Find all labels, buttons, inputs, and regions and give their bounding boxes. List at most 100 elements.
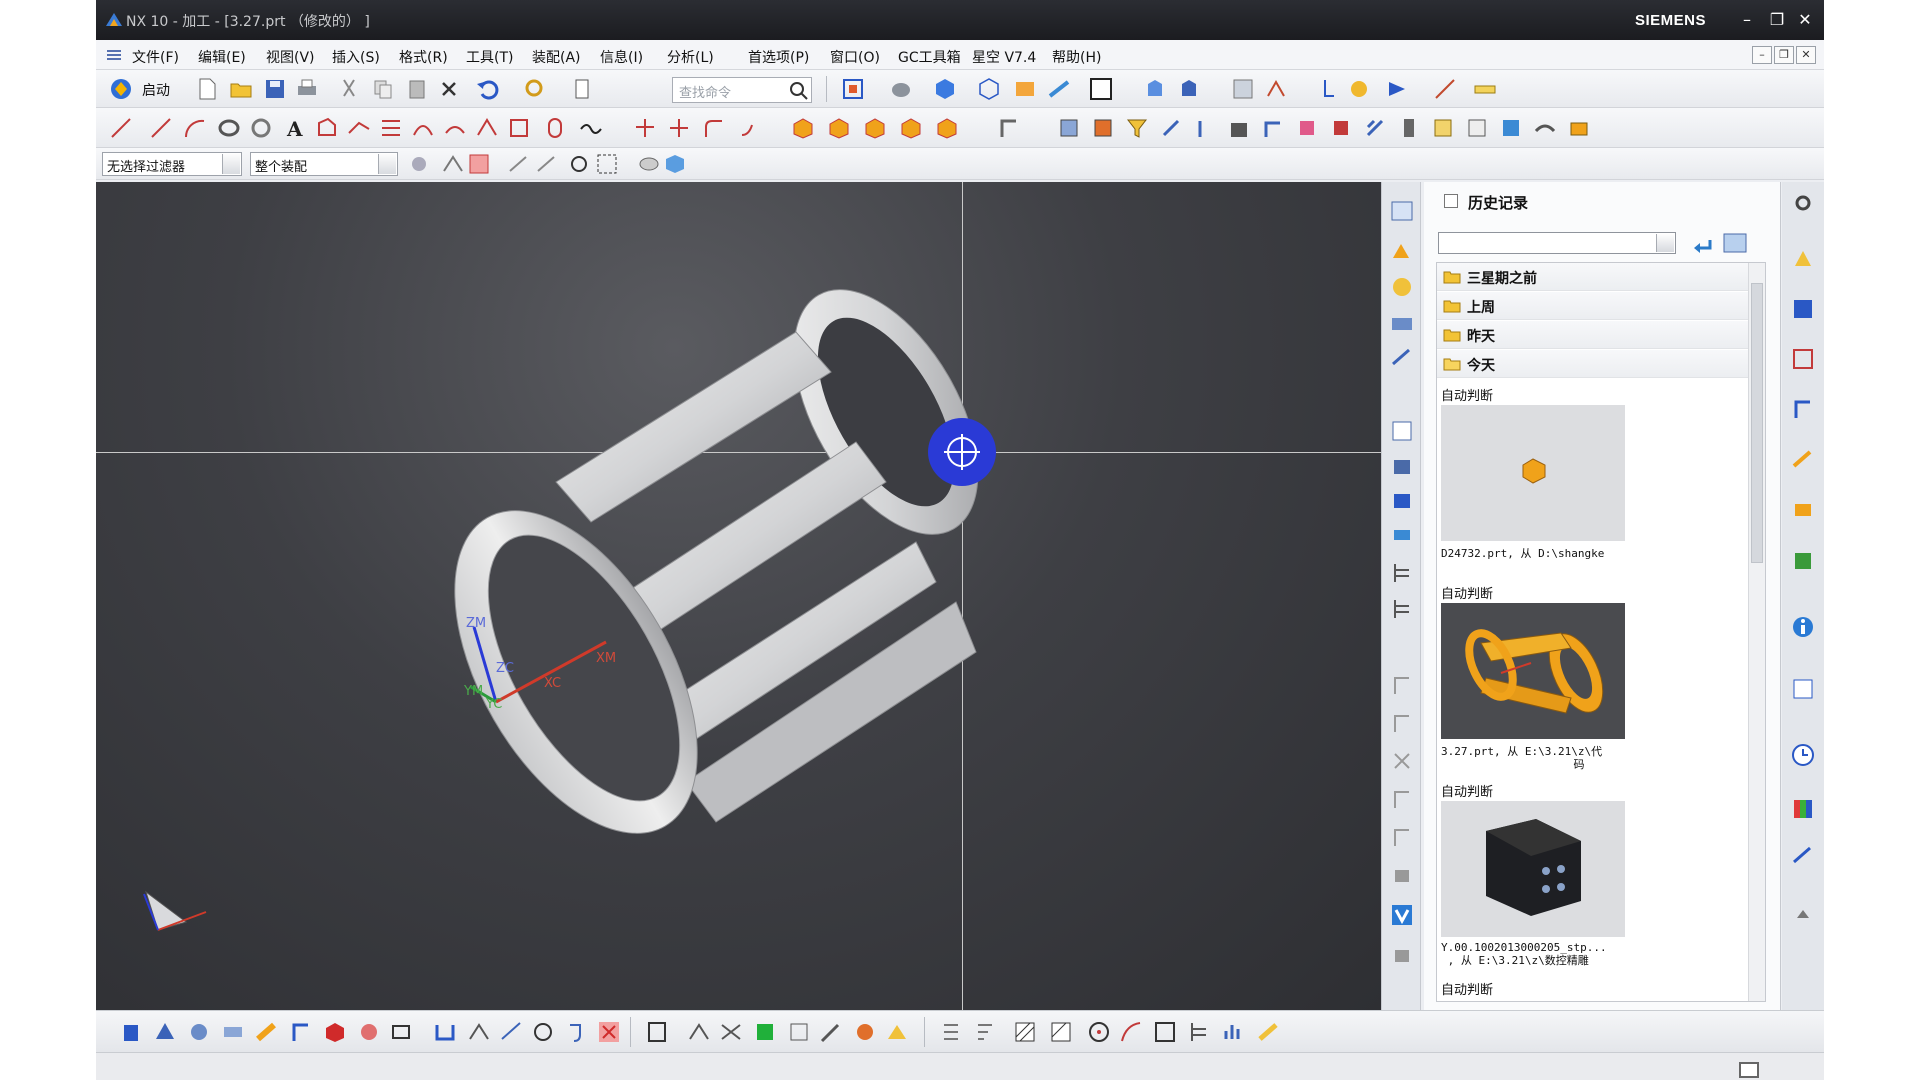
print-icon[interactable] [294, 76, 320, 102]
trim-body-icon[interactable] [934, 115, 960, 141]
doc-restore-button[interactable]: ❐ [1774, 46, 1794, 64]
history-list[interactable]: 三星期之前 上周 昨天 今天 自动判断 D24732.prt, 从 D:\sha… [1436, 262, 1766, 1002]
filter-icon[interactable] [1124, 115, 1150, 141]
doc-close-button[interactable]: ✕ [1796, 46, 1816, 64]
menu-window[interactable]: 窗口(O) [830, 47, 880, 67]
hatch-2-icon[interactable] [1048, 1019, 1074, 1045]
machine-tool-navigator-icon[interactable] [1389, 454, 1415, 480]
center-point-icon[interactable] [566, 151, 588, 173]
optimize-icon[interactable] [718, 1019, 744, 1045]
block-feature-icon[interactable] [790, 115, 816, 141]
move-object-icon[interactable] [1346, 76, 1372, 102]
open-folder-icon[interactable] [228, 76, 254, 102]
sketch-icon[interactable] [314, 115, 340, 141]
dim-tool-2-icon[interactable] [1389, 710, 1415, 736]
box-tool-icon[interactable] [1566, 115, 1592, 141]
minimize-button[interactable]: – [1734, 8, 1760, 32]
history-folder-three-weeks[interactable]: 三星期之前 [1437, 263, 1749, 291]
paste-icon[interactable] [404, 76, 430, 102]
maximize-button[interactable]: ❐ [1764, 8, 1790, 32]
edit-curve-icon[interactable] [736, 115, 762, 141]
fit-view-icon[interactable] [840, 76, 866, 102]
menu-help[interactable]: 帮助(H) [1052, 47, 1101, 67]
delete-path-icon[interactable] [596, 1019, 622, 1045]
cam-tool-6-icon[interactable] [1790, 496, 1816, 522]
arc-icon[interactable] [182, 115, 208, 141]
cam-tool-4-icon[interactable] [1790, 396, 1816, 422]
spiral-icon[interactable] [248, 115, 274, 141]
history-filter-dropdown[interactable] [1438, 232, 1676, 254]
orient-view-icon[interactable] [888, 76, 914, 102]
cam-tool-1-icon[interactable] [1790, 246, 1816, 272]
hook-icon[interactable] [562, 1019, 588, 1045]
project-curve-icon[interactable] [378, 115, 404, 141]
view-mode-icon[interactable] [1722, 230, 1750, 256]
reuse-library-icon[interactable] [1389, 310, 1415, 336]
bridge-curve-icon[interactable] [442, 115, 468, 141]
dim-tool-5-icon[interactable] [1389, 824, 1415, 850]
pin-panel-checkbox[interactable] [1444, 194, 1458, 208]
menu-insert[interactable]: 插入(S) [332, 47, 380, 67]
assembly-nav-icon[interactable] [1142, 76, 1168, 102]
note-icon[interactable] [884, 1019, 910, 1045]
create-method-icon[interactable] [220, 1019, 246, 1045]
role-icon[interactable] [1790, 842, 1816, 868]
hd3d-tools-icon[interactable] [1389, 344, 1415, 370]
menu-gc-toolbox[interactable]: GC工具箱 [898, 47, 961, 67]
point-snap-icon[interactable] [466, 151, 489, 174]
pattern-face-icon[interactable] [1362, 115, 1388, 141]
cam-tool-7-icon[interactable] [1790, 548, 1816, 574]
show-cube-icon[interactable] [662, 151, 684, 173]
hole-feature-icon[interactable] [862, 115, 888, 141]
create-geometry-icon[interactable] [186, 1019, 212, 1045]
pull-face-icon[interactable] [1192, 115, 1218, 141]
transform-path-icon[interactable] [498, 1019, 524, 1045]
dim-tool-6-icon[interactable] [1389, 862, 1415, 888]
hide-icon[interactable] [636, 151, 659, 173]
generate-path-icon[interactable] [288, 1019, 314, 1045]
component-icon[interactable] [1176, 76, 1202, 102]
dim-tool-7-icon[interactable] [1389, 942, 1415, 968]
menu-preferences[interactable]: 首选项(P) [748, 47, 809, 67]
selection-filter-dropdown[interactable]: 无选择过滤器 [102, 152, 242, 176]
search-icon[interactable] [786, 78, 808, 100]
constraint-navigator-icon[interactable] [1389, 238, 1415, 264]
snap-select-icon[interactable] [406, 151, 428, 173]
spline-icon[interactable] [578, 115, 604, 141]
scope-dropdown[interactable]: 整个装配 [250, 152, 398, 176]
snap-icon[interactable] [1264, 76, 1290, 102]
post-process-icon[interactable] [356, 1019, 382, 1045]
sort-icon[interactable] [972, 1019, 998, 1045]
menu-analysis[interactable]: 分析(L) [667, 47, 714, 67]
sheet-icon[interactable] [1230, 76, 1256, 102]
delete-icon[interactable] [436, 76, 462, 102]
doc-minimize-button[interactable]: – [1752, 46, 1772, 64]
menu-edit[interactable]: 编辑(E) [198, 47, 246, 67]
graphics-viewport[interactable]: ZM ZC XM XC YM YC [96, 182, 1381, 1010]
thread-icon[interactable] [1396, 115, 1422, 141]
palette-icon[interactable] [1790, 796, 1816, 822]
table-tool-icon[interactable] [1186, 1019, 1212, 1045]
wire-block-icon[interactable] [786, 1019, 812, 1045]
cut-icon[interactable] [336, 76, 362, 102]
fillet-curve-icon[interactable] [700, 115, 726, 141]
history-folder-last-week[interactable]: 上周 [1437, 292, 1749, 320]
tool-path-icon[interactable] [432, 1019, 458, 1045]
copy-icon[interactable] [370, 76, 396, 102]
target-icon[interactable] [1086, 1019, 1112, 1045]
dim-tool-4-icon[interactable] [1389, 786, 1415, 812]
intersect-curve-icon[interactable] [410, 115, 436, 141]
move-face-icon[interactable] [1158, 115, 1184, 141]
offset-region-icon[interactable] [1226, 115, 1252, 141]
start-icon[interactable] [108, 76, 134, 102]
menu-tools[interactable]: 工具(T) [466, 47, 513, 67]
cam-tool-3-icon[interactable] [1790, 346, 1816, 372]
surface-icon[interactable] [1056, 115, 1082, 141]
circle-icon[interactable] [530, 1019, 556, 1045]
rectangle-icon[interactable] [388, 1019, 414, 1045]
menu-file[interactable]: 文件(F) [132, 47, 179, 67]
cam-tool-5-icon[interactable] [1790, 446, 1816, 472]
resize-blend-icon[interactable] [1294, 115, 1320, 141]
cylinder-curve-icon[interactable] [542, 115, 568, 141]
measure-icon[interactable] [1472, 76, 1498, 102]
